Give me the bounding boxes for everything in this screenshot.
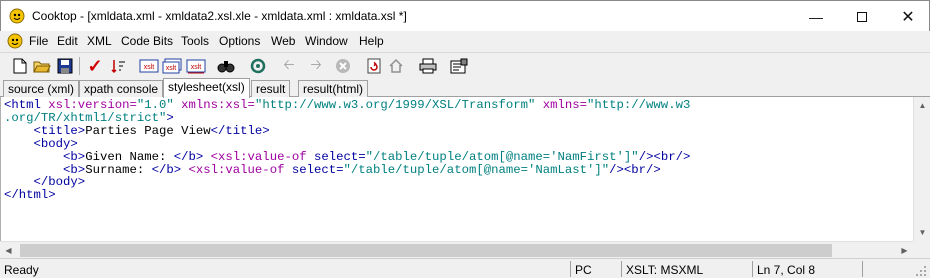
scroll-down-icon[interactable]: ▼ [914,224,930,241]
status-mode: PC [575,263,592,277]
xslt-label: xslt [166,65,177,72]
menu-web[interactable]: Web [271,34,295,48]
sort-icon[interactable] [108,56,128,76]
horizontal-scrollbar[interactable]: ◀ ▶ [0,241,913,258]
toolbar: ✓ xslt xslt xslt 🡠 🡢 [0,52,930,78]
tab-bar: source (xml) xpath console stylesheet(xs… [0,78,930,98]
status-separator [570,261,571,277]
status-bar: Ready PC XSLT: MSXML Ln 7, Col 8 [0,258,930,278]
menu-edit[interactable]: Edit [57,34,78,48]
status-separator [862,261,863,277]
window-title: Cooktop - [xmldata.xml - xmldata2.xsl.xl… [32,9,407,23]
menu-file[interactable]: File [29,34,48,48]
code-line: </body> [4,175,86,190]
menu-options[interactable]: Options [219,34,260,48]
back-icon[interactable]: 🡠 [279,56,299,76]
status-separator [621,261,622,277]
scroll-up-icon[interactable]: ▲ [914,97,930,114]
tab-result-html[interactable]: result(html) [298,80,369,97]
toolbar-separator [79,57,80,75]
xslt-multi-icon[interactable]: xslt [162,56,182,76]
properties-icon[interactable] [449,56,469,76]
xslt-run-icon[interactable]: xslt [186,56,206,76]
vertical-scrollbar[interactable]: ▲ ▼ [913,97,930,241]
tab-stylesheet-xsl[interactable]: stylesheet(xsl) [163,78,250,98]
forward-icon[interactable]: 🡢 [306,56,326,76]
code-line: <title>Parties Page View</title> [4,123,270,138]
status-text: Ready [4,263,39,277]
tab-result[interactable]: result [251,80,291,97]
xslt-label: xslt [191,64,202,71]
reload-icon[interactable] [364,56,384,76]
status-position: Ln 7, Col 8 [757,263,816,277]
code-line: </html> [4,188,56,203]
new-icon[interactable] [10,56,30,76]
open-icon[interactable] [32,56,52,76]
resize-grip-icon[interactable] [914,264,927,277]
title-bar[interactable]: Cooktop - [xmldata.xml - xmldata2.xsl.xl… [0,0,930,31]
maximize-button[interactable] [839,1,885,32]
scroll-left-icon[interactable]: ◀ [0,242,17,259]
print-icon[interactable] [418,56,438,76]
menu-window[interactable]: Window [305,34,348,48]
xslt-label: xslt [144,64,155,71]
horizontal-scroll-thumb[interactable] [20,244,832,257]
check-icon[interactable]: ✓ [85,56,105,76]
refresh-icon[interactable] [248,56,268,76]
stop-icon[interactable] [333,56,353,76]
find-icon[interactable] [216,56,236,76]
code-line: <b>Surname: </b> <xsl:value-of select="/… [4,162,661,177]
close-icon: ✕ [901,8,915,26]
tab-xpath-console[interactable]: xpath console [79,80,164,97]
status-separator [752,261,753,277]
minimize-icon: — [809,8,823,25]
menu-code-bits[interactable]: Code Bits [121,34,173,48]
maximize-icon [857,11,867,22]
save-icon[interactable] [55,56,75,76]
menu-xml[interactable]: XML [87,34,112,48]
menu-bar: File Edit XML Code Bits Tools Options We… [0,31,930,52]
scroll-right-icon[interactable]: ▶ [896,242,913,259]
code-editor[interactable]: <html xsl:version="1.0" xmlns:xsl="http:… [0,97,913,241]
code-text: <html xsl:version="1.0" xmlns:xsl="http:… [4,99,690,202]
minimize-button[interactable]: — [793,1,839,32]
menu-tools[interactable]: Tools [181,34,209,48]
cooktop-menu-icon[interactable] [7,33,23,49]
tab-source-xml[interactable]: source (xml) [3,80,80,97]
scrollbar-corner [913,241,930,258]
menu-help[interactable]: Help [359,34,384,48]
xslt-icon[interactable]: xslt [139,56,159,76]
cooktop-app-icon [9,8,25,24]
status-processor: XSLT: MSXML [626,263,704,277]
close-button[interactable]: ✕ [885,1,930,32]
home-icon[interactable] [386,56,406,76]
